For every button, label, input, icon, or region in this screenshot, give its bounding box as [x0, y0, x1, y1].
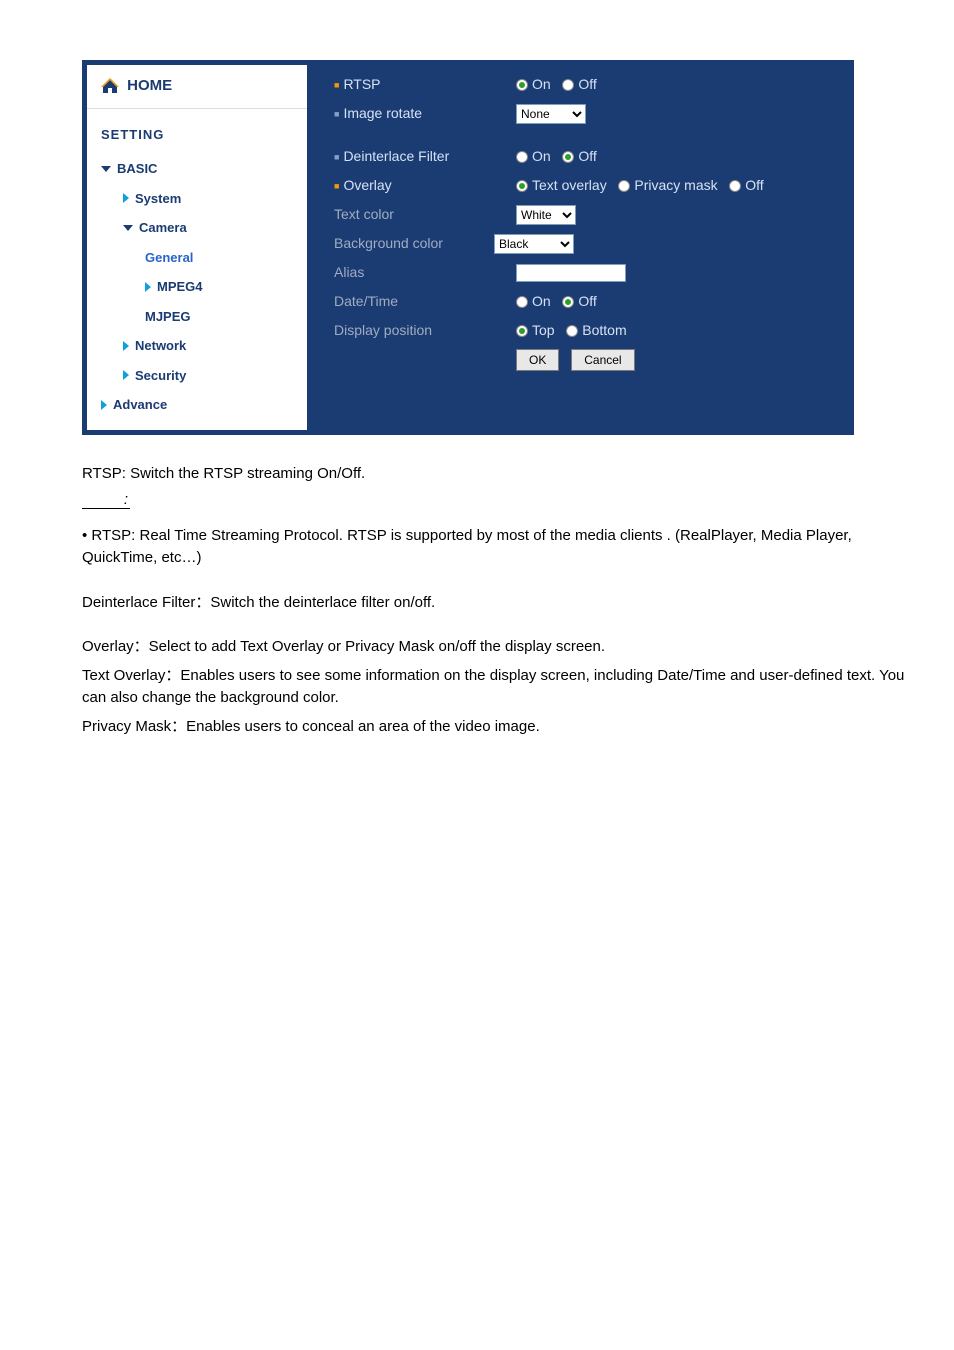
radio-rtsp-off[interactable] [562, 79, 574, 91]
radio-deinterlace-off[interactable] [562, 151, 574, 163]
sidebar-item-label: Security [135, 366, 186, 386]
sidebar-item-label: Advance [113, 395, 167, 415]
row-display-position: Display position Top Bottom [334, 320, 840, 341]
datetime-off-label: Off [578, 293, 596, 309]
sidebar-item-general[interactable]: General [87, 243, 307, 273]
sidebar-item-system[interactable]: System [87, 184, 307, 214]
sidebar: HOME SETTING BASIC System Camera General… [87, 65, 307, 430]
row-image-rotate: ■Image rotate None [334, 103, 840, 124]
dispos-label: Display position [334, 320, 516, 341]
chevron-right-icon [123, 341, 129, 351]
note-colon-icon: : [124, 489, 128, 512]
radio-datetime-on[interactable] [516, 296, 528, 308]
sidebar-item-advance[interactable]: Advance [87, 390, 307, 420]
overlay-privacy-label: Privacy mask [634, 177, 717, 193]
home-link[interactable]: HOME [87, 65, 307, 109]
dispos-top-label: Top [532, 322, 555, 338]
overlay-text-label: Text overlay [532, 177, 607, 193]
sidebar-item-label: Network [135, 336, 186, 356]
dispos-options: Top Bottom [516, 320, 840, 341]
sidebar-item-mpeg4[interactable]: MPEG4 [87, 272, 307, 302]
datetime-options: On Off [516, 291, 840, 312]
sidebar-item-label: BASIC [117, 159, 157, 179]
rtsp-off-label: Off [578, 76, 596, 92]
doc-p2: • RTSP: Real Time Streaming Protocol. RT… [82, 525, 914, 570]
overlay-label: ■Overlay [334, 175, 516, 196]
text-color-select[interactable]: White [516, 205, 576, 225]
sidebar-item-security[interactable]: Security [87, 361, 307, 391]
ok-button[interactable]: OK [516, 349, 559, 371]
overlay-options: Text overlay Privacy mask Off [516, 175, 840, 196]
deinterlace-options: On Off [516, 146, 840, 167]
settings-panel: HOME SETTING BASIC System Camera General… [82, 60, 854, 435]
radio-deinterlace-on[interactable] [516, 151, 528, 163]
chevron-down-icon [123, 225, 133, 231]
doc-body: RTSP: Switch the RTSP streaming On/Off. … [82, 463, 914, 739]
rotate-label: ■Image rotate [334, 103, 516, 124]
row-buttons: OK Cancel [334, 349, 840, 371]
sidebar-item-label: System [135, 189, 181, 209]
chevron-down-icon [101, 166, 111, 172]
doc-p1: RTSP: Switch the RTSP streaming On/Off. [82, 463, 914, 486]
chevron-right-icon [145, 282, 151, 292]
cancel-button[interactable]: Cancel [571, 349, 634, 371]
row-rtsp: ■RTSP On Off [334, 74, 840, 95]
sidebar-item-mjpeg[interactable]: MJPEG [87, 302, 307, 332]
row-datetime: Date/Time On Off [334, 291, 840, 312]
sidebar-item-network[interactable]: Network [87, 331, 307, 361]
radio-rtsp-on[interactable] [516, 79, 528, 91]
row-deinterlace: ■Deinterlace Filter On Off [334, 146, 840, 167]
home-label: HOME [127, 77, 172, 94]
doc-p3: Deinterlace Filter：Switch the deinterlac… [82, 592, 914, 615]
row-text-color: Text color White [334, 204, 840, 225]
rotate-select[interactable]: None [516, 104, 586, 124]
row-overlay: ■Overlay Text overlay Privacy mask Off [334, 175, 840, 196]
chevron-right-icon [123, 193, 129, 203]
datetime-on-label: On [532, 293, 551, 309]
radio-overlay-off[interactable] [729, 180, 741, 192]
deinterlace-on-label: On [532, 148, 551, 164]
home-icon [101, 78, 119, 94]
radio-datetime-off[interactable] [562, 296, 574, 308]
dispos-bottom-label: Bottom [582, 322, 626, 338]
sidebar-item-label: MJPEG [145, 307, 191, 327]
chevron-right-icon [123, 370, 129, 380]
alias-label: Alias [334, 262, 516, 283]
bg-color-label: Background color [334, 233, 494, 254]
sidebar-item-label: General [145, 248, 193, 268]
sidebar-item-label: Camera [139, 218, 187, 238]
sidebar-menu: BASIC System Camera General MPEG4 MJPEG … [87, 154, 307, 430]
rtsp-label: ■RTSP [334, 74, 516, 95]
overlay-off-label: Off [745, 177, 763, 193]
radio-dispos-top[interactable] [516, 325, 528, 337]
sidebar-item-camera[interactable]: Camera [87, 213, 307, 243]
row-alias: Alias [334, 262, 840, 283]
radio-overlay-privacy[interactable] [618, 180, 630, 192]
datetime-label: Date/Time [334, 291, 516, 312]
radio-dispos-bottom[interactable] [566, 325, 578, 337]
radio-overlay-text[interactable] [516, 180, 528, 192]
rtsp-on-label: On [532, 76, 551, 92]
sidebar-item-label: MPEG4 [157, 277, 203, 297]
chevron-right-icon [101, 400, 107, 410]
content-area: ■RTSP On Off ■Image rotate None ■Deinter… [312, 60, 854, 435]
doc-p5: Text Overlay：Enables users to see some i… [82, 665, 914, 710]
doc-p6: Privacy Mask：Enables users to conceal an… [82, 716, 914, 739]
rtsp-options: On Off [516, 74, 840, 95]
setting-heading: SETTING [87, 109, 307, 155]
doc-p4: Overlay：Select to add Text Overlay or Pr… [82, 636, 914, 659]
deinterlace-off-label: Off [578, 148, 596, 164]
row-bg-color: Background color Black [334, 233, 840, 254]
bg-color-select[interactable]: Black [494, 234, 574, 254]
note-underline: : [82, 491, 130, 509]
sidebar-item-basic[interactable]: BASIC [87, 154, 307, 184]
deinterlace-label: ■Deinterlace Filter [334, 146, 516, 167]
alias-input[interactable] [516, 264, 626, 282]
text-color-label: Text color [334, 204, 516, 225]
